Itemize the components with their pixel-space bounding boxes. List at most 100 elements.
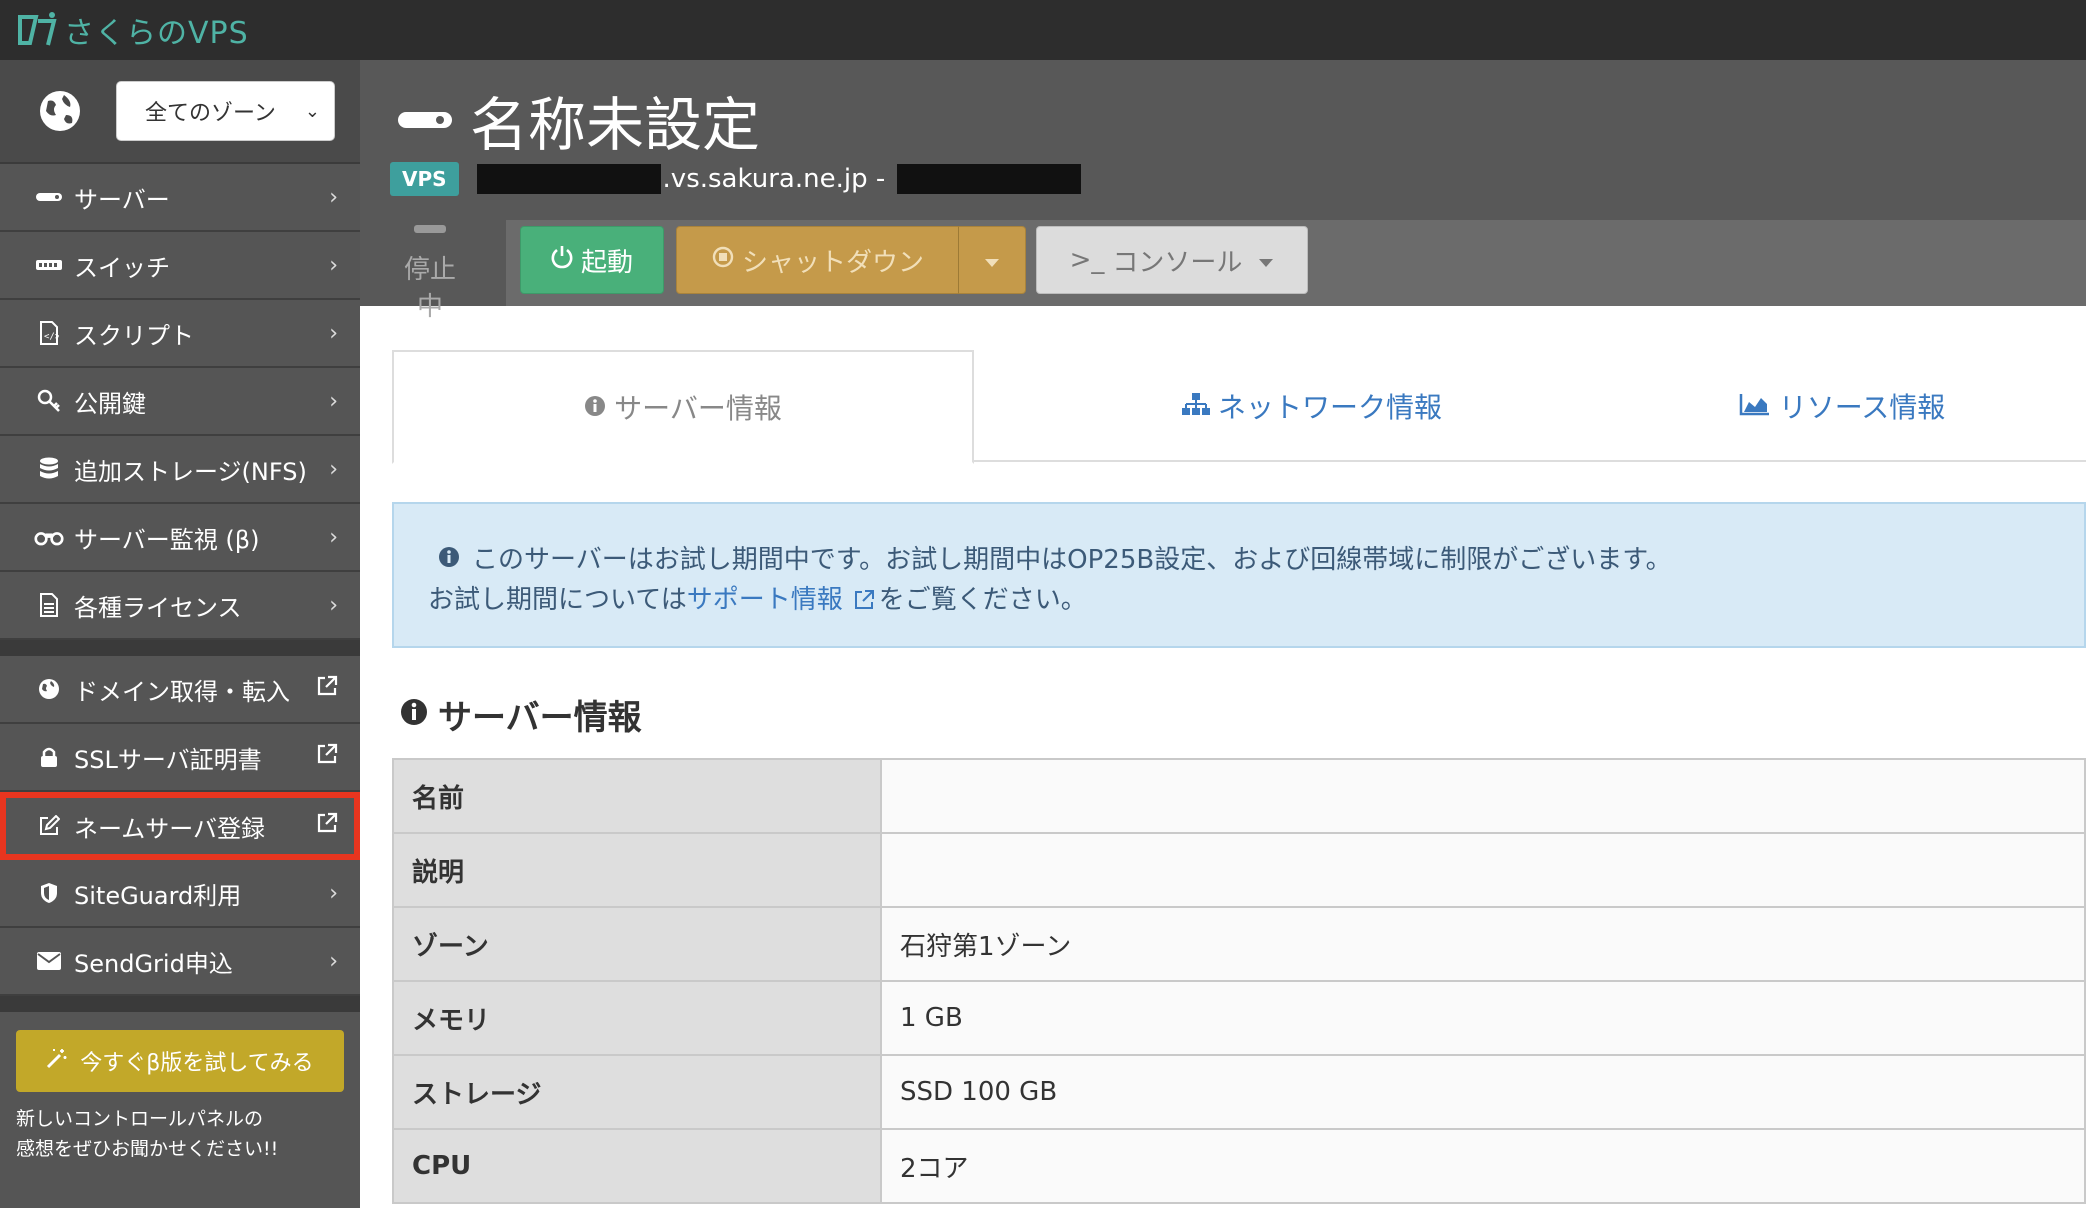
row-value: 石狩第1ゾーン (880, 906, 2086, 982)
row-key: メモリ (392, 980, 882, 1056)
edit-icon (34, 815, 64, 837)
sidebar-item-label: スクリプト (74, 321, 194, 350)
sidebar-item-nfs[interactable]: 追加ストレージ(NFS) › (0, 436, 360, 504)
table-row: メモリ 1 GB (392, 980, 2086, 1056)
sidebar-item-domain[interactable]: ドメイン取得・転入 (0, 656, 360, 724)
external-link-icon (316, 812, 338, 840)
console-label: コンソール (1112, 247, 1243, 278)
sidebar-item-server[interactable]: サーバー › (0, 164, 360, 232)
sidebar-item-script[interactable]: </> スクリプト › (0, 300, 360, 368)
trial-notice: このサーバーはお試し期間中です。お試し期間中はOP25B設定、および回線帯域に制… (392, 502, 2086, 648)
tab-label: ネットワーク情報 (1217, 391, 1442, 424)
chevron-right-icon: › (329, 948, 338, 974)
sitemap-icon (1181, 390, 1210, 423)
zone-row: 全てのゾーン ⌄ (0, 60, 360, 164)
redacted-block (476, 164, 661, 194)
lock-icon (34, 746, 64, 768)
page-title: 名称未設定 (398, 78, 760, 162)
area-chart-icon (1739, 390, 1771, 423)
sidebar-separator (0, 996, 360, 1012)
beta-note-line: 感想をぜひお聞かせください!! (16, 1138, 279, 1160)
tab-resource-info[interactable]: リソース情報 (1642, 350, 2042, 462)
sidebar-item-key[interactable]: 公開鍵 › (0, 368, 360, 436)
stop-icon (712, 245, 734, 275)
sidebar-item-license[interactable]: 各種ライセンス › (0, 572, 360, 640)
sidebar-item-label: SSLサーバ証明書 (74, 745, 262, 774)
shield-icon (34, 882, 64, 904)
caret-down-icon (1258, 245, 1274, 275)
document-icon (34, 593, 64, 617)
external-link-icon (853, 589, 875, 611)
sidebar-item-monitoring[interactable]: サーバー監視 (β) › (0, 504, 360, 572)
server-status: 停止中 (398, 225, 462, 323)
key-icon (34, 389, 64, 413)
row-value (880, 758, 2086, 834)
beta-note-line: 新しいコントロールパネルの (16, 1108, 264, 1130)
chevron-right-icon: › (329, 184, 338, 210)
sidebar-item-switch[interactable]: スイッチ › (0, 232, 360, 300)
server-info-table: 名前 説明 ゾーン 石狩第1ゾーン メモリ 1 GB ストレージ SSD 100 GB… (392, 758, 2086, 1204)
info-circle-icon (584, 391, 606, 424)
globe-icon (34, 678, 64, 700)
binoculars-icon (34, 527, 64, 547)
notice-line: お試し期間については サポート情報 をご覧ください。 (428, 580, 2084, 620)
try-beta-button[interactable]: 今すぐβ版を試してみる (16, 1030, 344, 1092)
chevron-down-icon: ⌄ (304, 100, 320, 122)
script-icon: </> (34, 321, 64, 345)
sidebar-item-label: サーバー (74, 185, 170, 214)
shutdown-label: シャットダウン (741, 247, 924, 278)
chevron-right-icon: › (329, 388, 338, 414)
try-beta-label: 今すぐβ版を試してみる (80, 1051, 314, 1076)
tab-bar: サーバー情報 ネットワーク情報 リソース情報 (392, 350, 2086, 464)
chevron-right-icon: › (329, 880, 338, 906)
table-row: CPU 2コア (392, 1128, 2086, 1204)
sidebar-item-label: SiteGuard利用 (74, 881, 242, 910)
globe-icon (40, 91, 80, 131)
sidebar-item-siteguard[interactable]: SiteGuard利用 › (0, 860, 360, 928)
start-label: 起動 (580, 247, 633, 278)
database-icon (34, 457, 64, 481)
shutdown-button[interactable]: シャットダウン (676, 226, 960, 294)
start-button[interactable]: 起動 (520, 226, 664, 294)
support-info-link[interactable]: サポート情報 (687, 580, 843, 620)
logo[interactable]: さくらのVPS (16, 8, 249, 52)
envelope-icon (34, 952, 64, 970)
table-row: ストレージ SSD 100 GB (392, 1054, 2086, 1130)
hostname-row: VPS .vs.sakura.ne.jp - (390, 162, 1082, 196)
host-redacted-block: .vs.sakura.ne.jp - (476, 164, 1082, 194)
sidebar-item-nameserver[interactable]: ネームサーバ登録 (0, 792, 360, 860)
table-row: 説明 (392, 832, 2086, 908)
logo-text: さくらのVPS (64, 16, 249, 51)
sidebar-item-label: SendGrid申込 (74, 949, 233, 978)
external-link-icon (316, 675, 338, 703)
section-heading: サーバー情報 (400, 690, 642, 739)
tab-server-info[interactable]: サーバー情報 (392, 350, 974, 464)
sidebar-item-label: サーバー監視 (β) (74, 525, 260, 554)
sidebar-item-sendgrid[interactable]: SendGrid申込 › (0, 928, 360, 996)
server-icon (34, 192, 64, 202)
server-name: 名称未設定 (470, 91, 761, 159)
row-value: 2コア (880, 1128, 2086, 1204)
chevron-right-icon: › (329, 320, 338, 346)
notice-text: お試し期間については (428, 585, 687, 615)
external-link-icon (316, 743, 338, 771)
vps-badge: VPS (390, 162, 459, 196)
chevron-right-icon: › (329, 252, 338, 278)
chevron-right-icon: › (329, 524, 338, 550)
status-indicator (414, 225, 446, 233)
console-button[interactable]: >_ コンソール (1036, 226, 1308, 294)
terminal-icon: >_ (1069, 245, 1105, 275)
shutdown-options-dropdown[interactable] (958, 226, 1026, 294)
sidebar-item-label: 公開鍵 (74, 389, 146, 418)
sidebar-item-ssl[interactable]: SSLサーバ証明書 (0, 724, 360, 792)
caret-down-icon (984, 245, 1000, 275)
row-key: 説明 (392, 832, 882, 908)
tab-network-info[interactable]: ネットワーク情報 (1112, 350, 1512, 462)
top-bar: さくらのVPS (0, 0, 2086, 60)
svg-text:</>: </> (44, 332, 59, 342)
server-icon (398, 112, 452, 128)
power-icon (551, 245, 573, 276)
zone-select[interactable]: 全てのゾーン ⌄ (116, 81, 335, 141)
sidebar: 全てのゾーン ⌄ サーバー › スイッチ › </> スクリプト › 公開鍵 ›… (0, 60, 360, 1208)
notice-text: をご覧ください。 (878, 585, 1087, 615)
